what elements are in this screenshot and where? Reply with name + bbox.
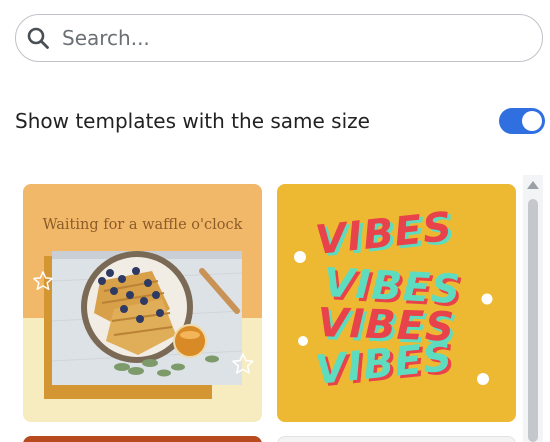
- search-icon: [27, 27, 49, 49]
- template-card-partial[interactable]: [277, 436, 516, 442]
- waffle-photo: [52, 251, 242, 385]
- same-size-toggle[interactable]: [499, 108, 545, 134]
- same-size-toggle-label: Show templates with the same size: [15, 109, 370, 133]
- grid-scrollbar[interactable]: [523, 175, 543, 442]
- same-size-filter-row: Show templates with the same size: [15, 103, 545, 139]
- vibes-line-1: VIBES: [313, 204, 455, 264]
- scroll-up-arrow-icon[interactable]: [527, 181, 539, 189]
- search-bar[interactable]: [15, 14, 543, 62]
- template-title: Waiting for a waffle o'clock: [42, 217, 243, 233]
- template-card-partial[interactable]: [23, 436, 262, 442]
- search-input[interactable]: [62, 26, 542, 50]
- template-grid: Waiting for a waffle o'clock VIBES VIBES…: [0, 175, 550, 442]
- scroll-thumb[interactable]: [528, 199, 538, 442]
- toggle-knob: [522, 111, 542, 131]
- template-card-waffle[interactable]: Waiting for a waffle o'clock: [23, 184, 262, 422]
- star-icon: [232, 353, 254, 374]
- template-card-vibes[interactable]: VIBES VIBES VIBES VIBES VIBES VIBES VIBE…: [277, 184, 516, 422]
- star-icon: [33, 271, 53, 290]
